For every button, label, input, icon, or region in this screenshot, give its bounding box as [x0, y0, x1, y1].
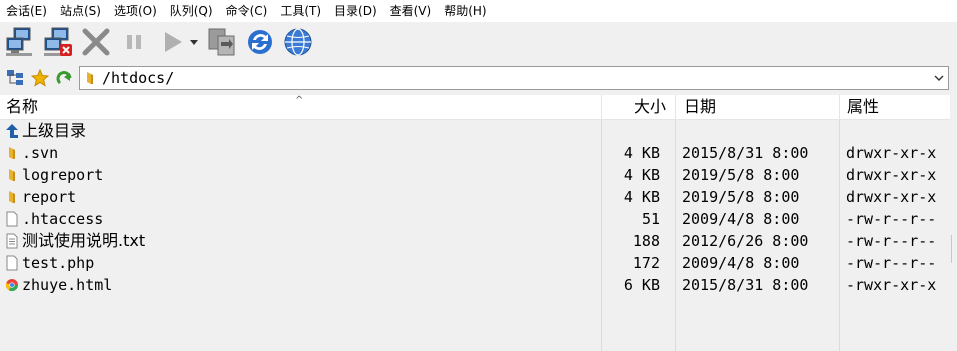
- file-size: 4 KB: [623, 144, 660, 162]
- file-attributes: -rw-r--r--: [846, 254, 937, 272]
- site-tree-icon: [7, 70, 23, 85]
- site-tree-button[interactable]: [5, 68, 25, 88]
- table-row[interactable]: test.php 172 2009/4/8 8:00 -rw-r--r--: [0, 252, 950, 274]
- menu-session[interactable]: 会话(E): [0, 0, 54, 22]
- refresh-icon: [248, 30, 272, 54]
- disconnect-button[interactable]: [42, 26, 74, 58]
- menu-queue[interactable]: 队列(Q): [164, 0, 220, 22]
- file-size: 188: [632, 232, 660, 250]
- go-up-button[interactable]: [55, 68, 75, 88]
- star-icon: [31, 69, 49, 87]
- favorites-button[interactable]: [30, 68, 50, 88]
- table-row[interactable]: report 4 KB 2019/5/8 8:00 drwxr-xr-x: [0, 186, 950, 208]
- disconnect-icon: [44, 27, 72, 56]
- file-size: 6 KB: [623, 276, 660, 294]
- file-date: 2012/6/26 8:00: [682, 232, 809, 250]
- table-row[interactable]: logreport 4 KB 2019/5/8 8:00 drwxr-xr-x: [0, 164, 950, 186]
- remote-file-list: 名称 ^ 大小 日期 属性 上级目录 .svn 4 KB 2015/8/31 8…: [0, 95, 957, 351]
- menu-options[interactable]: 选项(O): [108, 0, 164, 22]
- menu-tools[interactable]: 工具(T): [274, 0, 328, 22]
- file-size: 4 KB: [623, 166, 660, 184]
- column-header-name[interactable]: 名称: [6, 95, 38, 119]
- folder-icon: [87, 72, 93, 84]
- file-attributes: drwxr-xr-x: [846, 144, 937, 162]
- connect-button[interactable]: [4, 26, 36, 58]
- folder-icon: [5, 189, 19, 205]
- row-name: 上级目录: [5, 120, 86, 142]
- file-attributes: -rw-r--r--: [846, 232, 937, 250]
- column-divider[interactable]: [675, 95, 676, 119]
- splitter-handle[interactable]: [951, 235, 957, 263]
- file-date: 2019/5/8 8:00: [682, 188, 800, 206]
- file-size: 51: [641, 210, 660, 228]
- browser-icon: [284, 28, 312, 56]
- column-divider[interactable]: [601, 95, 602, 119]
- file-date: 2009/4/8 8:00: [682, 254, 800, 272]
- row-name: test.php: [5, 252, 94, 274]
- table-row[interactable]: 测试使用说明.txt 188 2012/6/26 8:00 -rw-r--r--: [0, 230, 950, 252]
- refresh-button[interactable]: [244, 26, 276, 58]
- menu-view[interactable]: 查看(V): [384, 0, 439, 22]
- file-size: 4 KB: [623, 188, 660, 206]
- file-date: 2015/8/31 8:00: [682, 276, 809, 294]
- folder-icon: [5, 167, 19, 183]
- up-arrow-icon: [56, 71, 72, 85]
- html-file-icon: [5, 277, 19, 293]
- text-file-icon: [5, 233, 19, 249]
- cancel-icon: [82, 28, 110, 56]
- file-attributes: -rwxr-xr-x: [846, 276, 937, 294]
- toolbar: [0, 22, 957, 62]
- file-size: 172: [632, 254, 660, 272]
- row-name: .htaccess: [5, 208, 103, 230]
- column-header-size[interactable]: 大小: [634, 95, 666, 119]
- chevron-down-icon: [934, 75, 944, 81]
- table-row[interactable]: .svn 4 KB 2015/8/31 8:00 drwxr-xr-x: [0, 142, 950, 164]
- column-header-date[interactable]: 日期: [684, 95, 716, 119]
- file-date: 2009/4/8 8:00: [682, 210, 800, 228]
- sync-icon: [208, 28, 235, 56]
- menu-directory[interactable]: 目录(D): [328, 0, 384, 22]
- sync-button[interactable]: [206, 26, 238, 58]
- path-combobox[interactable]: [79, 66, 949, 90]
- row-name: 测试使用说明.txt: [5, 230, 145, 252]
- address-bar: [0, 62, 957, 94]
- row-name: report: [5, 186, 76, 208]
- file-icon: [5, 211, 19, 227]
- row-name: logreport: [5, 164, 103, 186]
- file-date: 2015/8/31 8:00: [682, 144, 809, 162]
- play-button[interactable]: [156, 26, 188, 58]
- path-dropdown-button[interactable]: [930, 67, 948, 89]
- column-header-attributes[interactable]: 属性: [847, 95, 879, 119]
- file-attributes: drwxr-xr-x: [846, 188, 937, 206]
- list-header: 名称 ^ 大小 日期 属性: [0, 95, 950, 120]
- path-input[interactable]: [102, 68, 930, 88]
- row-name: zhuye.html: [5, 274, 112, 296]
- folder-icon: [5, 145, 19, 161]
- play-dropdown-button[interactable]: [188, 26, 200, 58]
- browser-button[interactable]: [282, 26, 314, 58]
- menu-command[interactable]: 命令(C): [220, 0, 275, 22]
- connect-icon: [6, 27, 32, 56]
- parent-directory-row[interactable]: 上级目录: [0, 120, 950, 142]
- file-icon: [5, 255, 19, 271]
- column-divider[interactable]: [839, 95, 840, 119]
- play-icon: [165, 32, 182, 52]
- menu-site[interactable]: 站点(S): [54, 0, 108, 22]
- file-date: 2019/5/8 8:00: [682, 166, 800, 184]
- file-attributes: drwxr-xr-x: [846, 166, 937, 184]
- pause-button[interactable]: [118, 26, 150, 58]
- menu-bar: 会话(E) 站点(S) 选项(O) 队列(Q) 命令(C) 工具(T) 目录(D…: [0, 0, 957, 22]
- pause-icon: [127, 35, 141, 49]
- table-row[interactable]: .htaccess 51 2009/4/8 8:00 -rw-r--r--: [0, 208, 950, 230]
- table-row[interactable]: zhuye.html 6 KB 2015/8/31 8:00 -rwxr-xr-…: [0, 274, 950, 296]
- menu-help[interactable]: 帮助(H): [438, 0, 493, 22]
- sort-ascending-icon: ^: [295, 95, 304, 106]
- row-name: .svn: [5, 142, 58, 164]
- file-attributes: -rw-r--r--: [846, 210, 937, 228]
- cancel-button[interactable]: [80, 26, 112, 58]
- dropdown-icon: [190, 40, 198, 45]
- up-level-icon: [6, 124, 18, 138]
